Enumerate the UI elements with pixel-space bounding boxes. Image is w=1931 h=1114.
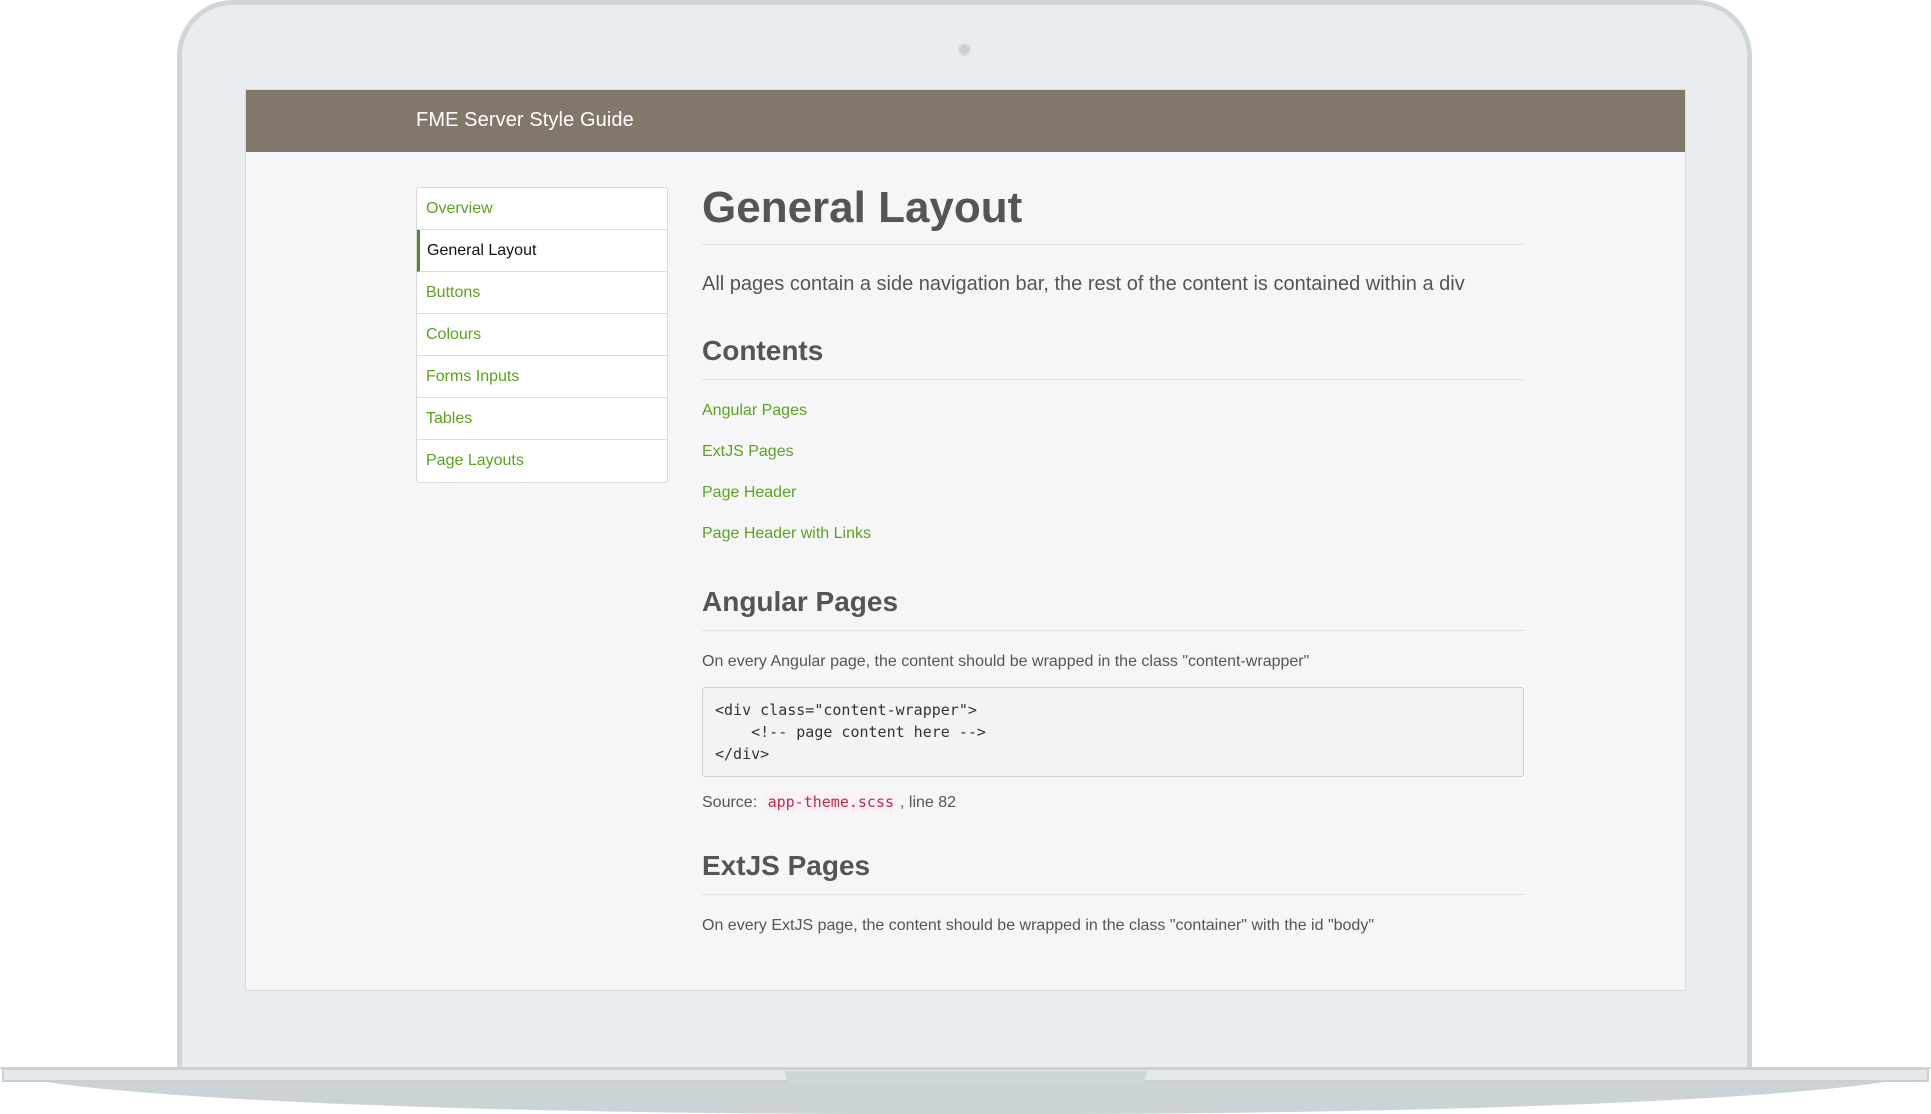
- source-file: app-theme.scss: [763, 792, 899, 812]
- top-navbar: FME Server Style Guide: [246, 90, 1685, 152]
- source-reference: Source: app-theme.scss, line 82: [702, 792, 1524, 812]
- screen: FME Server Style Guide Overview General …: [245, 89, 1686, 991]
- sidebar-item-page-layouts[interactable]: Page Layouts: [417, 440, 667, 482]
- source-line: , line 82: [900, 794, 957, 811]
- page-title: General Layout: [702, 182, 1524, 245]
- source-label: Source:: [702, 794, 758, 811]
- sidebar-item-colours[interactable]: Colours: [417, 314, 667, 356]
- extjs-pages-heading: ExtJS Pages: [702, 848, 1524, 895]
- toc-link-page-header[interactable]: Page Header: [702, 482, 1524, 523]
- brand-title[interactable]: FME Server Style Guide: [416, 109, 634, 132]
- sidebar-item-general-layout[interactable]: General Layout: [417, 230, 667, 272]
- toc-link-extjs-pages[interactable]: ExtJS Pages: [702, 441, 1524, 482]
- extjs-pages-description: On every ExtJS page, the content should …: [702, 917, 1374, 934]
- sidebar-item-forms-inputs[interactable]: Forms Inputs: [417, 356, 667, 398]
- sidebar-item-buttons[interactable]: Buttons: [417, 272, 667, 314]
- main-content: General Layout All pages contain a side …: [702, 182, 1524, 935]
- sidebar-item-tables[interactable]: Tables: [417, 398, 667, 440]
- contents-heading: Contents: [702, 333, 1524, 380]
- sidebar-item-overview[interactable]: Overview: [417, 188, 667, 230]
- angular-pages-heading: Angular Pages: [702, 584, 1524, 631]
- contents-list: Angular Pages ExtJS Pages Page Header Pa…: [702, 400, 1524, 564]
- code-block: <div class="content-wrapper"> <!-- page …: [702, 687, 1524, 777]
- camera-icon: [958, 43, 971, 56]
- toc-link-page-header-with-links[interactable]: Page Header with Links: [702, 523, 1524, 564]
- laptop-notch: [785, 1071, 1147, 1086]
- toc-link-angular-pages[interactable]: Angular Pages: [702, 400, 1524, 441]
- page-lead: All pages contain a side navigation bar,…: [702, 273, 1465, 295]
- side-navigation: Overview General Layout Buttons Colours …: [416, 187, 668, 483]
- angular-pages-description: On every Angular page, the content shoul…: [702, 653, 1310, 670]
